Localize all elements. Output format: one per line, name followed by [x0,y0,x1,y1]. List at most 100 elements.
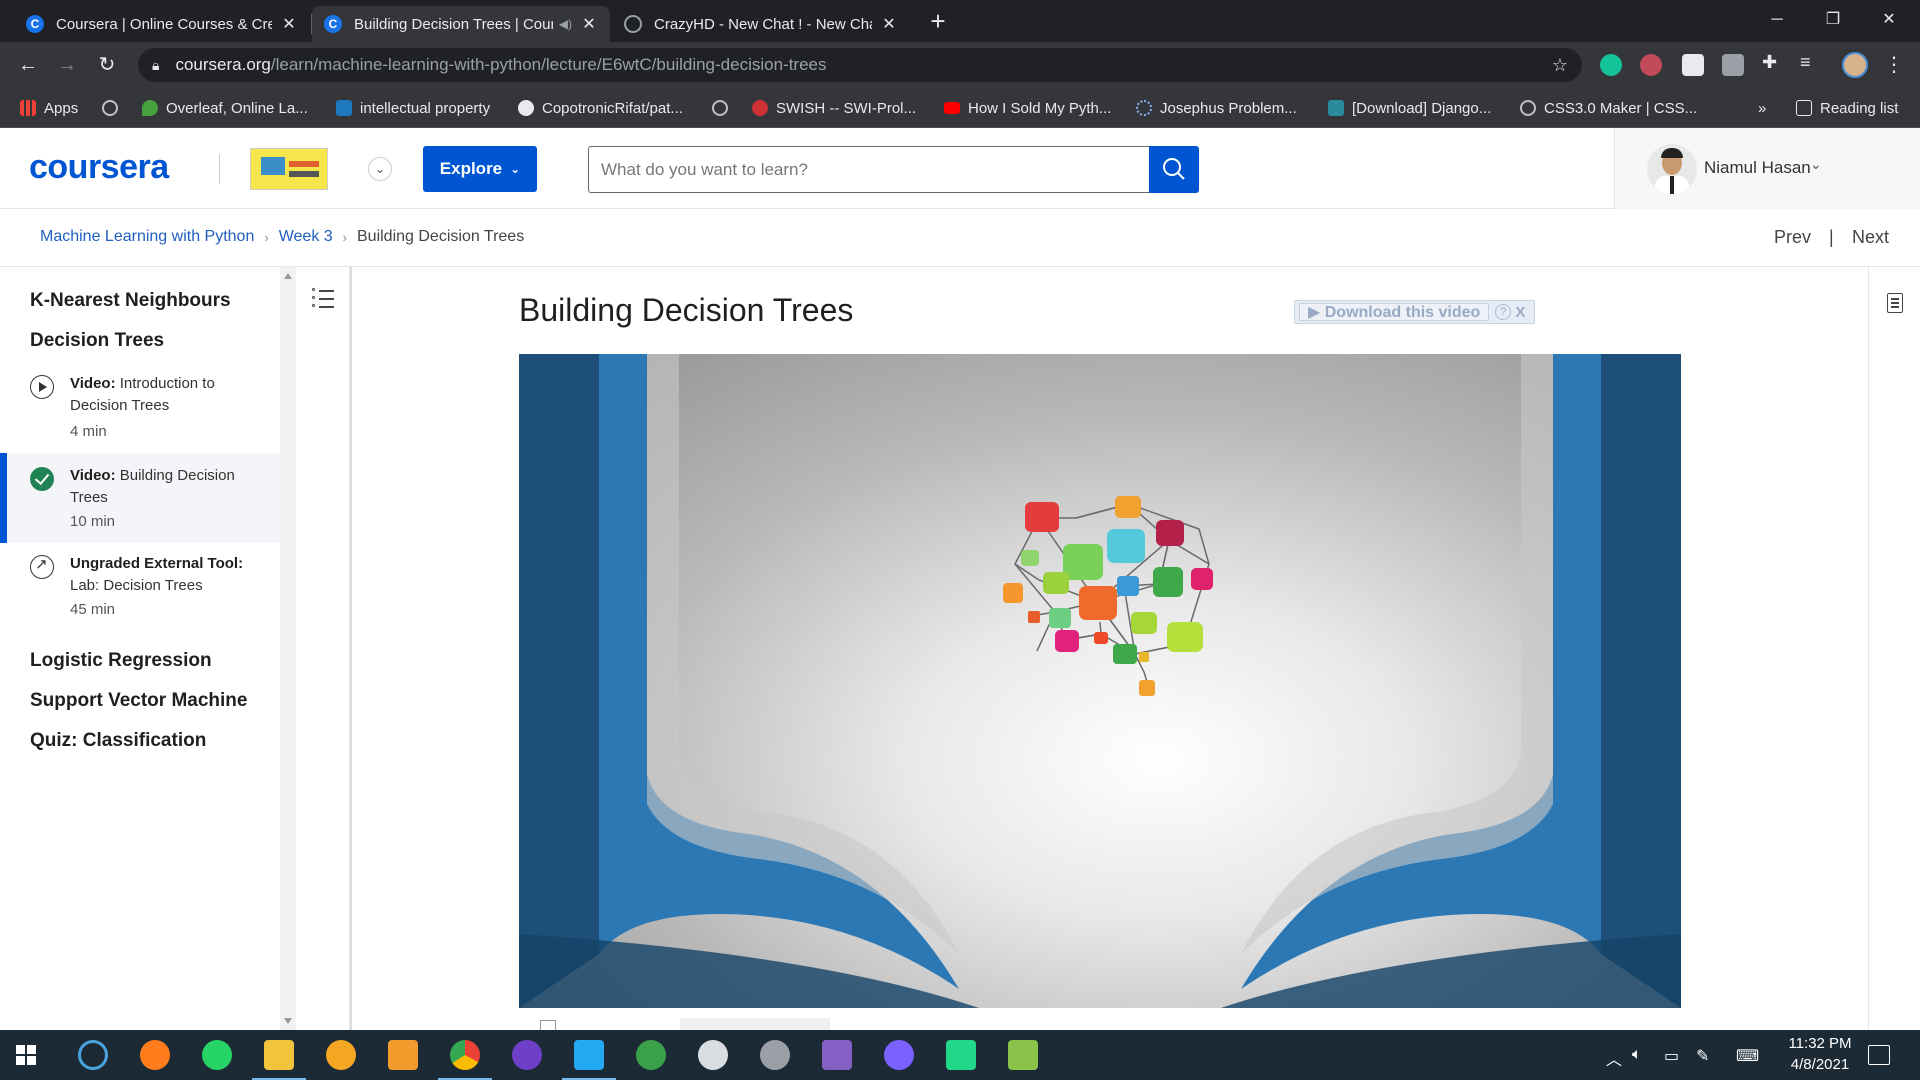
search-app-icon[interactable] [78,1040,108,1070]
module-decision-trees[interactable]: Decision Trees [30,330,164,352]
browser-tab-bar: C Coursera | Online Courses & Credential… [0,0,1920,42]
organization-logo[interactable] [250,148,328,190]
breadcrumb-course[interactable]: Machine Learning with Python [40,228,254,246]
chevron-down-icon[interactable]: ⌄ [1810,156,1822,173]
breadcrumb-week[interactable]: Week 3 [279,228,333,246]
module-logistic-regression[interactable]: Logistic Regression [30,650,212,672]
clock-time[interactable]: 11:32 PM [1784,1035,1856,1052]
bookmarks-overflow-button[interactable]: » [1758,98,1766,118]
new-tab-button[interactable]: + [924,8,952,36]
github-desktop-icon[interactable] [512,1040,542,1070]
chrome-icon[interactable] [438,1040,492,1080]
grammarly-extension-icon[interactable] [1600,54,1622,76]
puzzle-extensions-icon[interactable]: ✚ [1762,52,1784,74]
messenger-icon[interactable] [884,1040,914,1070]
notepad-plus-icon[interactable] [1008,1040,1038,1070]
back-arrow-icon[interactable]: ← [14,51,42,79]
camera-extension-icon[interactable] [1722,54,1744,76]
bookmark-css-maker[interactable]: CSS3.0 Maker | CSS... [1520,98,1697,118]
tab-close-icon[interactable]: ✕ [880,14,898,34]
pycharm-icon[interactable] [946,1040,976,1070]
volume-icon[interactable]: 🔈︎ [1632,1046,1642,1064]
xampp-icon[interactable] [636,1040,666,1070]
reload-icon[interactable]: ↻ [93,51,121,79]
browser-menu-icon[interactable]: ⋮ [1884,52,1904,77]
paint-3d-icon[interactable] [698,1040,728,1070]
sidebar-scrollbar[interactable] [280,267,296,1030]
chevron-down-icon[interactable]: ⌄ [368,157,392,181]
site-icon [1328,100,1344,116]
extension-icon[interactable] [1682,54,1704,76]
keyboard-icon[interactable]: ⌨ [1736,1046,1759,1066]
address-bar[interactable]: 🔒︎ coursera.org/learn/machine-learning-w… [138,48,1582,82]
vpn-icon[interactable] [326,1040,356,1070]
tab-building-decision-trees[interactable]: C Building Decision Trees | Coursera ◀) … [312,6,610,42]
logo-divider [219,154,220,184]
close-icon[interactable]: X [1515,304,1525,321]
photos-app-icon[interactable] [388,1040,418,1070]
minimize-icon[interactable]: ─ [1754,4,1800,36]
forward-arrow-icon[interactable]: → [53,51,81,79]
notification-center-icon[interactable] [1868,1045,1890,1065]
module-quiz-classification[interactable]: Quiz: Classification [30,730,206,752]
bookmark-star-icon[interactable]: ☆ [1552,55,1568,76]
tab-coursera-home[interactable]: C Coursera | Online Courses & Credential… [14,6,310,42]
bookmark-youtube[interactable]: How I Sold My Pyth... [944,98,1111,118]
firefox-icon[interactable] [140,1040,170,1070]
user-name[interactable]: Niamul Hasan [1704,158,1811,178]
bookmark-overleaf[interactable]: Overleaf, Online La... [142,98,308,118]
bookmark-django[interactable]: [Download] Django... [1328,98,1491,118]
reading-list-button[interactable]: Reading list [1796,98,1898,118]
tray-overflow-icon[interactable]: ︿ [1606,1046,1622,1070]
url-host: coursera.org [175,55,271,74]
search-input[interactable] [588,146,1150,193]
bookmark-globe[interactable] [712,98,736,118]
help-icon[interactable]: ? [1495,304,1512,320]
list-item-lab-decision-trees[interactable]: Ungraded External Tool: Lab: Decision Tr… [0,543,280,633]
module-knn[interactable]: K-Nearest Neighbours [30,290,231,312]
video-player[interactable] [519,354,1681,1008]
bookmark-github[interactable]: CopotronicRifat/pat... [518,98,683,118]
tab-close-icon[interactable]: ✕ [280,14,298,34]
clock-date[interactable]: 4/8/2021 [1784,1056,1856,1073]
next-link[interactable]: Next [1852,227,1889,248]
file-explorer-icon[interactable] [252,1040,306,1080]
bookmark-label: Overleaf, Online La... [166,99,308,117]
network-icon[interactable]: ▭ [1664,1046,1679,1066]
item-duration: 45 min [70,601,116,618]
transcript-icon[interactable] [1887,293,1903,313]
bookmark-intellectual-property[interactable]: intellectual property [336,98,490,118]
download-video-button[interactable]: ▶ Download this video [1299,303,1490,321]
browser-profile-avatar[interactable] [1842,52,1868,78]
chevron-right-icon: › [264,229,269,245]
bookmark-label: CopotronicRifat/pat... [542,99,683,117]
coursera-logo[interactable]: coursera [29,148,169,187]
play-icon [30,375,54,399]
list-item-intro-decision-trees[interactable]: Video: Introduction to Decision Trees 4 … [0,367,280,453]
search-button[interactable] [1149,146,1199,193]
inkscape-icon[interactable] [760,1040,790,1070]
bookmark-globe[interactable] [102,98,126,118]
bookmark-josephus[interactable]: Josephus Problem... [1136,98,1297,118]
bookmark-swish[interactable]: SWISH -- SWI-Prol... [752,98,916,118]
extension-icon[interactable] [1640,54,1662,76]
vscode-icon[interactable] [562,1040,616,1080]
globe-icon [1520,100,1536,116]
tab-crazyhd[interactable]: . CrazyHD - New Chat ! - New Chat ✕ [612,6,910,42]
list-item-building-decision-trees[interactable]: Video: Building Decision Trees 10 min [0,453,280,543]
media-controls-icon[interactable]: ≡ [1800,52,1822,74]
tab-close-icon[interactable]: ✕ [580,14,598,34]
module-svm[interactable]: Support Vector Machine [30,690,247,712]
avatar[interactable] [1647,144,1697,194]
explore-button[interactable]: Explore ⌄ [423,146,537,192]
bookmark-apps[interactable]: Apps [20,98,78,118]
outline-list-icon[interactable] [312,287,334,309]
prev-link[interactable]: Prev [1774,227,1811,248]
visual-studio-icon[interactable] [822,1040,852,1070]
pen-icon[interactable]: ✎ [1696,1046,1709,1066]
start-icon[interactable] [16,1045,36,1065]
audio-playing-icon[interactable]: ◀) [559,17,572,31]
restore-icon[interactable]: ❐ [1810,4,1856,36]
window-close-icon[interactable]: ✕ [1866,4,1912,36]
whatsapp-icon[interactable] [202,1040,232,1070]
